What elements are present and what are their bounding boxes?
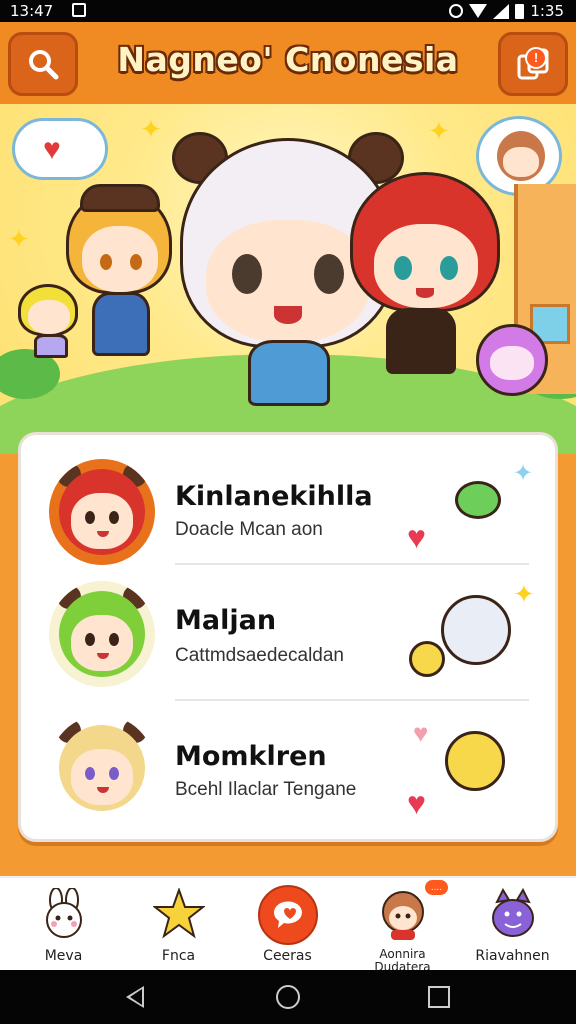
app-title: Nagneo' Cnonesia bbox=[117, 40, 459, 79]
recent-apps-icon[interactable] bbox=[428, 986, 450, 1008]
nav-item-meva[interactable]: Meva bbox=[6, 878, 121, 972]
notification-icon bbox=[72, 3, 86, 17]
chibi-creature-purple bbox=[476, 324, 552, 414]
chat-name: Maljan bbox=[175, 605, 277, 636]
heart-icon: ♥ bbox=[413, 718, 429, 748]
wifi-icon bbox=[469, 4, 488, 18]
nav-label: Riavahnen bbox=[475, 948, 550, 964]
divider bbox=[175, 699, 529, 701]
status-icons: 1:35 bbox=[449, 2, 564, 20]
star-icon bbox=[152, 888, 205, 939]
chat-list-item[interactable]: Momklren Bcehl Ilaclar Tengane ♥ ♥ bbox=[21, 709, 561, 845]
heart-thought-bubble: ♥ bbox=[12, 118, 108, 180]
app-header: Nagneo' Cnonesia ! bbox=[0, 22, 576, 104]
nav-item-aonnira[interactable]: .... Aonnira Dudatera bbox=[345, 878, 460, 974]
character-sticker-icon bbox=[441, 595, 511, 665]
sparkle-icon: ✦ bbox=[513, 460, 534, 487]
home-icon[interactable] bbox=[276, 985, 300, 1009]
nav-label: Meva bbox=[44, 948, 83, 964]
avatar bbox=[49, 581, 155, 687]
divider bbox=[175, 563, 529, 565]
bottom-navigation: Meva Fnca Ceeras .... Aonnira Dudatera R… bbox=[0, 876, 576, 974]
status-time-right: 1:35 bbox=[530, 2, 564, 20]
nav-item-fnca[interactable]: Fnca bbox=[121, 878, 236, 972]
chibi-character-blonde bbox=[66, 184, 176, 384]
avatar bbox=[49, 715, 155, 821]
search-icon bbox=[29, 50, 59, 80]
chat-list: Kinlanekihlla Doacle Mcan aon ♥ ✦ Maljan… bbox=[18, 432, 558, 842]
sparkle-icon: ✦ bbox=[428, 116, 450, 146]
frog-sticker-icon bbox=[455, 481, 501, 519]
sync-icon bbox=[449, 4, 464, 18]
sparkle-icon: ✦ bbox=[140, 114, 162, 144]
chat-list-item[interactable]: Kinlanekihlla Doacle Mcan aon ♥ ✦ bbox=[21, 445, 561, 581]
smiley-sticker-icon bbox=[409, 641, 445, 677]
heart-icon: ♥ bbox=[43, 133, 61, 166]
notification-badge: ! bbox=[525, 47, 547, 69]
nav-label: Fnca bbox=[161, 948, 196, 964]
hero-illustration: ✦ ✦ ✦ ✦ ✦ ♥ bbox=[0, 104, 576, 454]
signal-icon bbox=[493, 3, 510, 19]
nav-item-riavahnen[interactable]: Riavahnen bbox=[455, 878, 570, 972]
nav-label: Ceeras bbox=[263, 948, 312, 964]
sparkle-icon: ✦ bbox=[8, 224, 30, 254]
chat-bubble-icon bbox=[257, 885, 318, 945]
chat-list-item[interactable]: Maljan Cattmdsaedecaldan ✦ bbox=[21, 575, 561, 711]
character-icon bbox=[381, 891, 424, 940]
battery-icon bbox=[515, 3, 525, 19]
system-navigation-bar bbox=[0, 970, 576, 1024]
back-icon[interactable] bbox=[126, 986, 144, 1008]
sparkle-icon: ✦ bbox=[513, 579, 535, 609]
avatar bbox=[49, 459, 155, 565]
nav-item-ceeras[interactable]: Ceeras bbox=[230, 878, 345, 972]
notifications-button[interactable]: ! bbox=[498, 32, 568, 96]
chat-preview: Bcehl Ilaclar Tengane bbox=[175, 779, 357, 800]
nav-badge: .... bbox=[422, 878, 450, 897]
status-bar: 13:47 1:35 bbox=[0, 0, 576, 22]
search-button[interactable] bbox=[8, 32, 78, 96]
heart-icon: ♥ bbox=[407, 785, 426, 821]
chat-preview: Doacle Mcan aon bbox=[175, 519, 323, 540]
status-time: 13:47 bbox=[10, 2, 54, 20]
monster-icon bbox=[491, 888, 534, 937]
chat-name: Momklren bbox=[175, 741, 327, 772]
character-sticker-icon bbox=[445, 731, 505, 791]
heart-icon: ♥ bbox=[407, 519, 426, 555]
bunny-icon bbox=[45, 888, 82, 938]
chat-name: Kinlanekihlla bbox=[175, 481, 373, 512]
chat-preview: Cattmdsaedecaldan bbox=[175, 645, 344, 666]
